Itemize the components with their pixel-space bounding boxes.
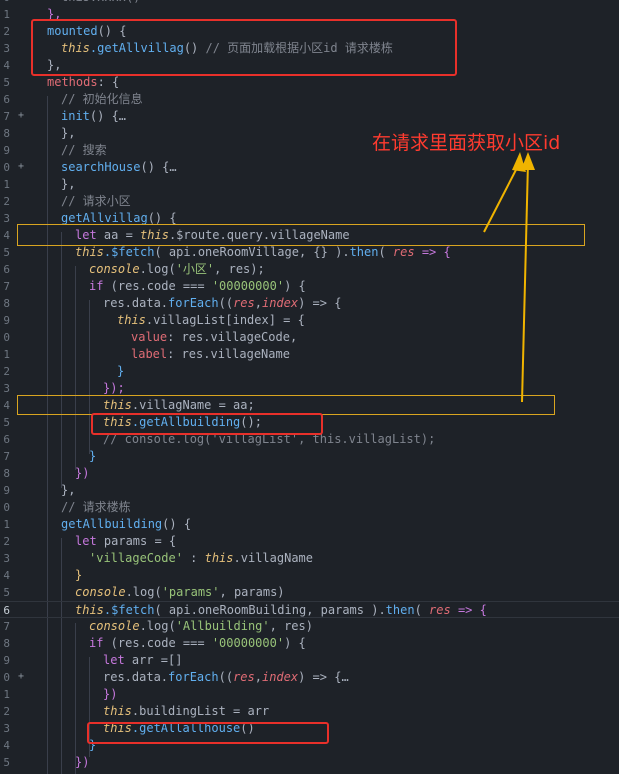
arrowhead-icon [521,152,535,170]
arrow-line [521,161,529,403]
arrow-line [483,161,521,233]
annotation-arrows [483,152,535,403]
